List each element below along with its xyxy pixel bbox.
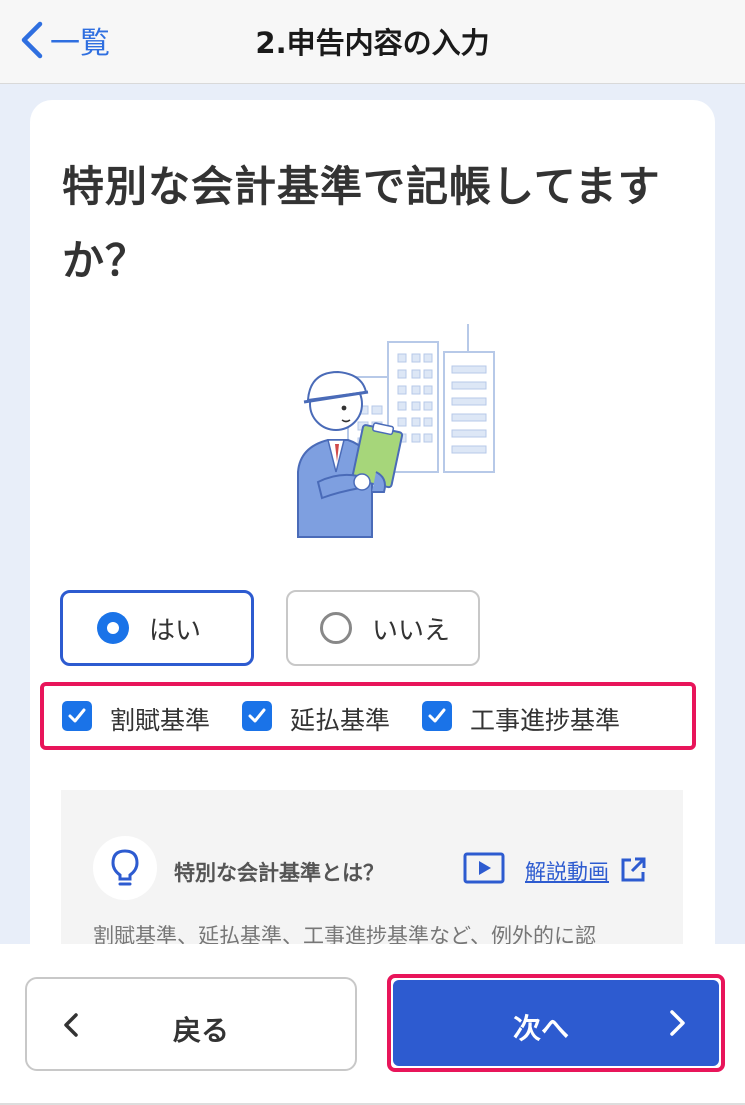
- question-card: 特別な会計基準で記帳してますか？ はい いいえ 割賦基準 延払基準 工事進捗基準…: [30, 100, 715, 1000]
- checkbox-label: 割賦基準: [110, 706, 211, 735]
- checkbox-label: 延払基準: [290, 706, 391, 735]
- option-yes-label: はい: [149, 615, 202, 646]
- checkbox-deferred-payment-basis[interactable]: 延払基準: [242, 695, 390, 737]
- next-button[interactable]: 次へ: [393, 980, 719, 1066]
- checkbox-checked-icon: [62, 701, 92, 731]
- navigation-bar: 一覧 2.申告内容の入力: [0, 0, 745, 84]
- checkbox-label: 工事進捗基準: [470, 706, 621, 735]
- lightbulb-icon: [93, 836, 157, 900]
- explanation-video-link[interactable]: 解説動画: [525, 856, 609, 886]
- back-button[interactable]: 戻る: [25, 977, 357, 1071]
- video-play-icon[interactable]: [463, 852, 505, 884]
- back-button-label: 戻る: [172, 1014, 229, 1047]
- checkbox-percentage-of-completion[interactable]: 工事進捗基準: [422, 695, 620, 737]
- option-no-label: いいえ: [372, 615, 451, 646]
- external-link-icon[interactable]: [619, 856, 647, 884]
- checkbox-installment-basis[interactable]: 割賦基準: [62, 695, 210, 737]
- radio-selected-icon: [97, 612, 129, 644]
- footer-bar: 戻る 次へ: [0, 944, 745, 1105]
- checkbox-checked-icon: [422, 701, 453, 731]
- info-title: 特別な会計基準とは？: [174, 861, 384, 885]
- option-yes-radio[interactable]: はい: [60, 590, 254, 666]
- option-no-radio[interactable]: いいえ: [286, 590, 480, 666]
- worker-with-buildings-illustration: [297, 324, 495, 538]
- checkbox-checked-icon: [242, 701, 273, 731]
- page-title: 2.申告内容の入力: [255, 26, 490, 60]
- accounting-standard-checkboxes: 割賦基準 延払基準 工事進捗基準: [40, 682, 696, 750]
- chevron-right-icon: [670, 1010, 685, 1036]
- radio-unselected-icon: [320, 612, 352, 644]
- question-heading: 特別な会計基準で記帳してますか？: [62, 162, 661, 285]
